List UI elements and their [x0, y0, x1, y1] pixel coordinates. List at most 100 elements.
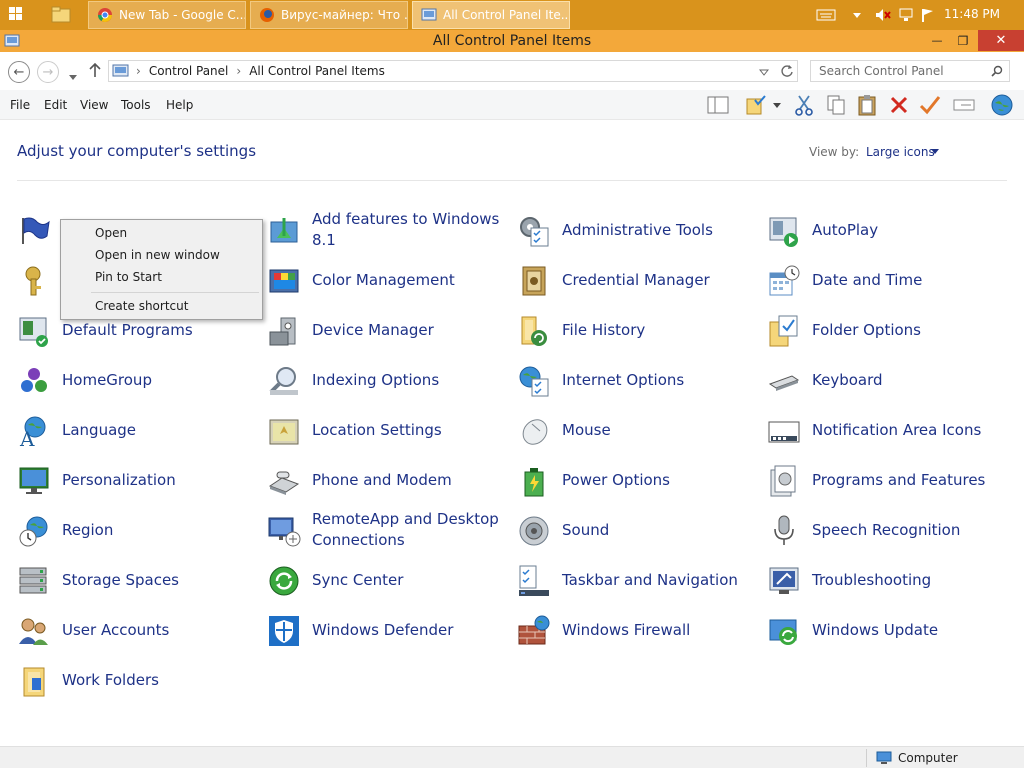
up-button[interactable]	[88, 62, 102, 82]
item-administrative-tools[interactable]: Administrative Tools	[517, 207, 757, 253]
context-menu-pin-to-start[interactable]: Pin to Start	[95, 270, 162, 284]
item-personalization[interactable]: Personalization	[17, 457, 257, 503]
folder-options-toolbar-button[interactable]	[744, 93, 768, 117]
rename-button[interactable]	[952, 93, 976, 117]
close-button[interactable]: ✕	[978, 30, 1024, 51]
globe-button[interactable]	[990, 93, 1014, 117]
user-accounts-icon	[19, 618, 48, 645]
refresh-icon[interactable]	[780, 64, 794, 78]
item-notification-area-icons[interactable]: Notification Area Icons	[767, 407, 1007, 453]
file-explorer-taskbar-button[interactable]	[50, 5, 76, 25]
menu-view[interactable]: View	[80, 98, 108, 112]
item-file-history[interactable]: File History	[517, 307, 757, 353]
view-by-dropdown[interactable]: Large icons	[866, 145, 935, 159]
item-add-features[interactable]: Add features to Windows 8.1	[267, 207, 507, 253]
keyboard-tray-icon[interactable]	[816, 6, 836, 24]
item-sync-center[interactable]: Sync Center	[267, 557, 507, 603]
item-storage-spaces[interactable]: Storage Spaces	[17, 557, 257, 603]
up-arrow-icon	[89, 62, 101, 77]
address-dropdown-icon[interactable]	[759, 68, 769, 76]
title-bar[interactable]: All Control Panel Items — ❐ ✕	[0, 30, 1024, 52]
breadcrumb-separator[interactable]: ›	[136, 64, 141, 78]
back-button[interactable]: ←	[8, 61, 30, 83]
breadcrumb-all-items[interactable]: All Control Panel Items	[249, 64, 385, 78]
chevron-down-icon	[69, 75, 77, 80]
tray-overflow-icon[interactable]	[852, 6, 862, 24]
item-remoteapp[interactable]: RemoteApp and Desktop Connections	[267, 507, 507, 553]
copy-button[interactable]	[824, 93, 848, 117]
menu-help[interactable]: Help	[166, 98, 193, 112]
item-keyboard[interactable]: Keyboard	[767, 357, 1007, 403]
rename-icon	[953, 99, 975, 111]
notification-area-icon	[768, 421, 800, 443]
properties-button[interactable]	[918, 93, 942, 117]
network-icon[interactable]	[898, 6, 914, 24]
item-autoplay[interactable]: AutoPlay	[767, 207, 1007, 253]
search-placeholder: Search Control Panel	[819, 64, 944, 78]
menu-tools[interactable]: Tools	[121, 98, 151, 112]
item-indexing-options[interactable]: Indexing Options	[267, 357, 507, 403]
cut-button[interactable]	[792, 93, 816, 117]
taskbar-tab-control-panel[interactable]: All Control Panel Ite...	[412, 1, 570, 29]
toolbar-dropdown-button[interactable]	[770, 93, 784, 117]
volume-muted-icon[interactable]	[874, 6, 892, 24]
chevron-down-icon[interactable]	[931, 149, 939, 154]
maximize-button[interactable]: ❐	[950, 30, 976, 51]
item-region[interactable]: Region	[17, 507, 257, 553]
item-phone-modem[interactable]: Phone and Modem	[267, 457, 507, 503]
menu-edit[interactable]: Edit	[44, 98, 67, 112]
breadcrumb-separator[interactable]: ›	[236, 64, 241, 78]
item-label: AutoPlay	[812, 220, 879, 239]
item-speech-recognition[interactable]: Speech Recognition	[767, 507, 1007, 553]
taskbar-tab-label: Вирус-майнер: Что ...	[281, 8, 408, 22]
item-windows-update[interactable]: Windows Update	[767, 607, 1007, 653]
item-troubleshooting[interactable]: Troubleshooting	[767, 557, 1007, 603]
item-device-manager[interactable]: Device Manager	[267, 307, 507, 353]
item-folder-options[interactable]: Folder Options	[767, 307, 1007, 353]
item-label: Windows Defender	[312, 620, 454, 639]
search-icon[interactable]	[991, 65, 1003, 77]
item-color-management[interactable]: Color Management	[267, 257, 507, 303]
clock[interactable]: 11:48 PM	[944, 7, 1000, 21]
breadcrumb-control-panel[interactable]: Control Panel	[149, 64, 229, 78]
delete-button[interactable]	[887, 93, 911, 117]
forward-button[interactable]: →	[37, 61, 59, 83]
item-location-settings[interactable]: Location Settings	[267, 407, 507, 453]
address-bar[interactable]: › Control Panel › All Control Panel Item…	[108, 60, 798, 82]
context-menu-open[interactable]: Open	[95, 226, 127, 240]
item-date-time[interactable]: Date and Time	[767, 257, 1007, 303]
start-button[interactable]	[6, 5, 32, 25]
keys-icon	[25, 266, 41, 296]
item-language[interactable]: A Language	[17, 407, 257, 453]
item-taskbar-navigation[interactable]: Taskbar and Navigation	[517, 557, 757, 603]
minimize-button[interactable]: —	[924, 30, 950, 51]
item-homegroup[interactable]: HomeGroup	[17, 357, 257, 403]
layout-button[interactable]	[706, 93, 730, 117]
status-separator	[866, 749, 867, 767]
checkmark-icon	[919, 96, 941, 115]
paste-icon	[858, 95, 876, 116]
menu-file[interactable]: File	[10, 98, 30, 112]
item-user-accounts[interactable]: User Accounts	[17, 607, 257, 653]
header-divider	[17, 180, 1007, 181]
item-label: Folder Options	[812, 320, 921, 339]
item-programs-features[interactable]: Programs and Features	[767, 457, 1007, 503]
context-menu-create-shortcut[interactable]: Create shortcut	[95, 299, 188, 313]
item-mouse[interactable]: Mouse	[517, 407, 757, 453]
action-center-icon[interactable]	[921, 6, 935, 24]
item-internet-options[interactable]: Internet Options	[517, 357, 757, 403]
item-windows-firewall[interactable]: Windows Firewall	[517, 607, 757, 653]
svg-text:A: A	[19, 427, 35, 448]
item-power-options[interactable]: Power Options	[517, 457, 757, 503]
item-sound[interactable]: Sound	[517, 507, 757, 553]
context-menu-open-new-window[interactable]: Open in new window	[95, 248, 220, 262]
taskbar-tab-firefox[interactable]: Вирус-майнер: Что ...	[250, 1, 408, 29]
paste-button[interactable]	[855, 93, 879, 117]
item-windows-defender[interactable]: Windows Defender	[267, 607, 507, 653]
item-credential-manager[interactable]: Credential Manager	[517, 257, 757, 303]
recent-locations-button[interactable]	[68, 66, 78, 85]
item-work-folders[interactable]: Work Folders	[17, 657, 257, 703]
window-title: All Control Panel Items	[432, 33, 592, 49]
search-input[interactable]: Search Control Panel	[810, 60, 1010, 82]
taskbar-tab-chrome[interactable]: New Tab - Google C...	[88, 1, 246, 29]
